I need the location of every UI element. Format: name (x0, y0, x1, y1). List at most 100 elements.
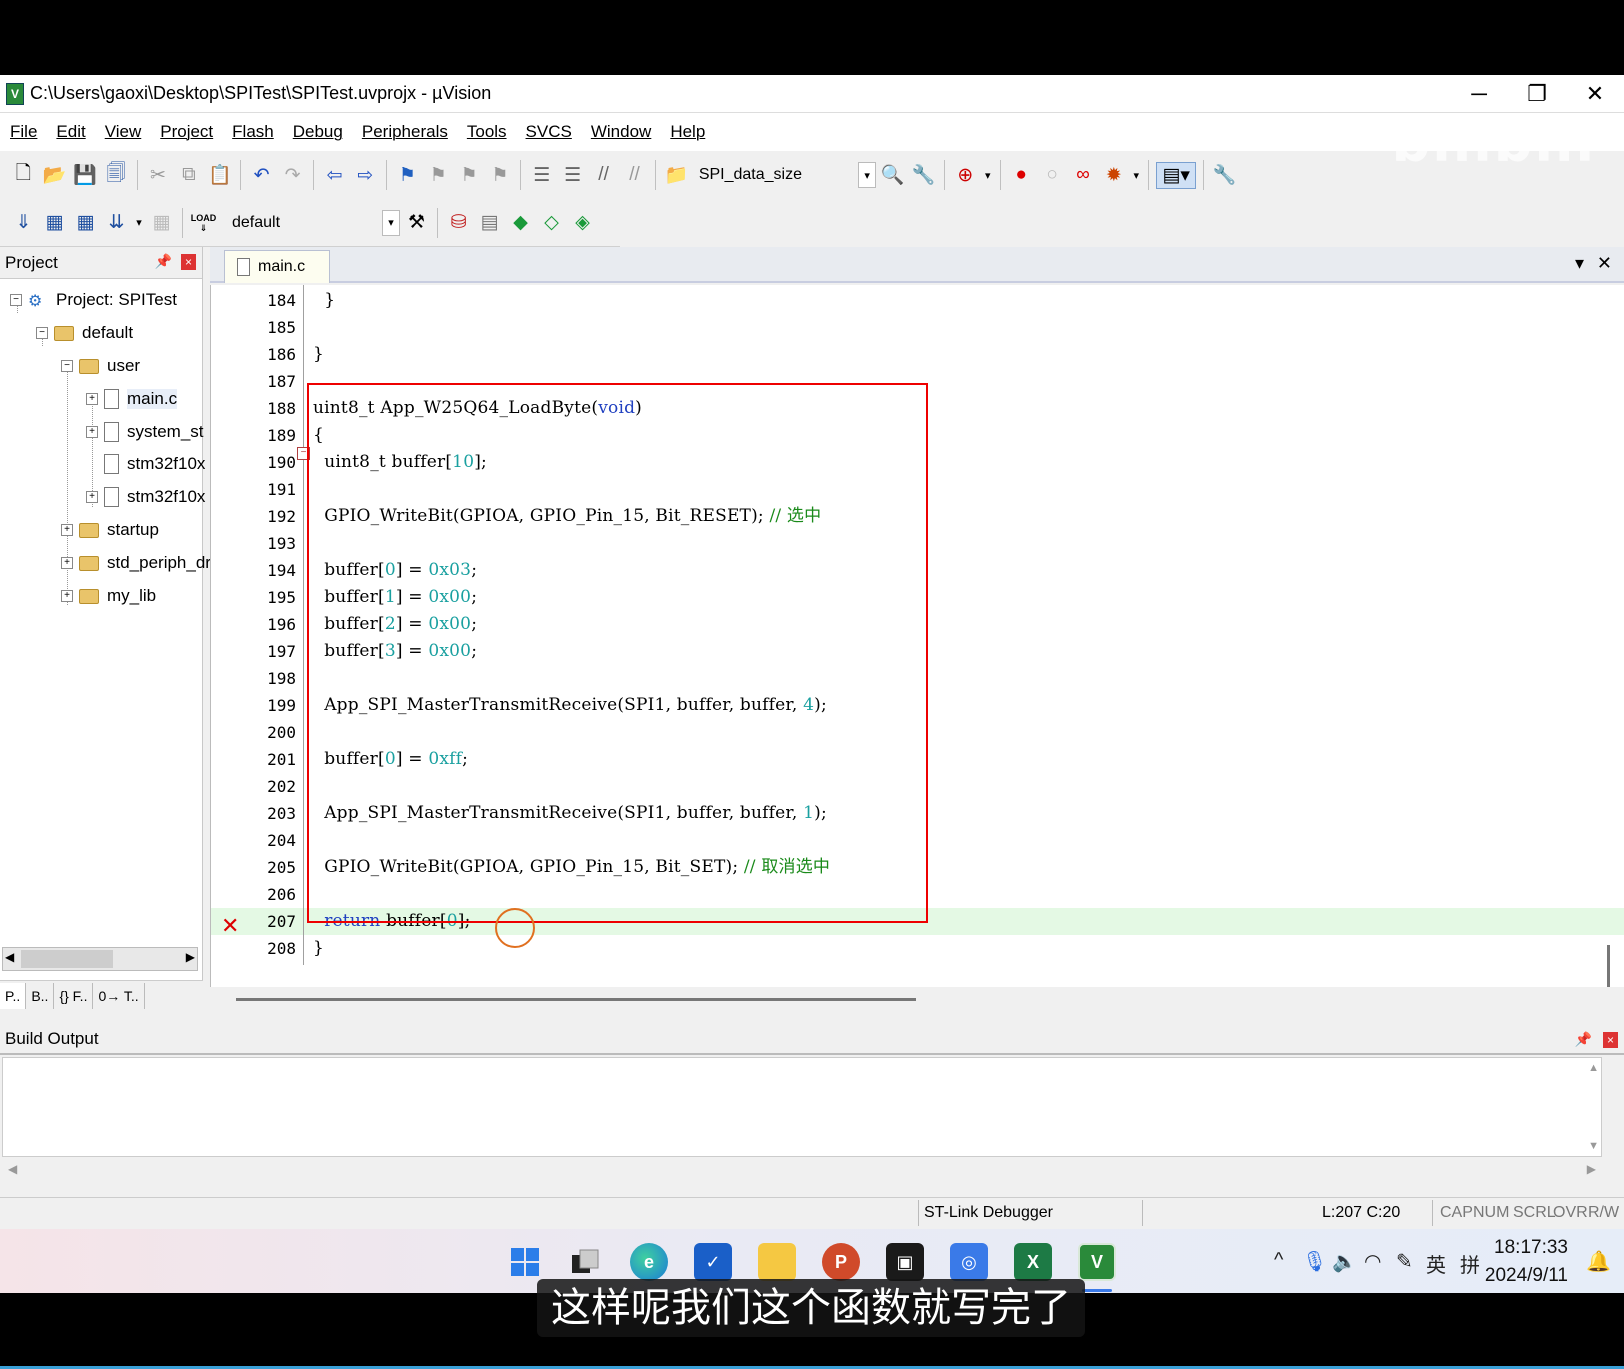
meeting-app-icon[interactable]: ◎ (950, 1243, 988, 1281)
todo-app-icon[interactable]: ✓ (694, 1243, 732, 1281)
undo-icon[interactable]: ↶ (248, 162, 275, 189)
tab-project[interactable]: P.. (0, 982, 27, 1009)
collapse-icon[interactable]: − (61, 360, 73, 372)
tree-item-file[interactable]: + main.c (86, 384, 178, 414)
collapse-icon[interactable]: − (10, 294, 22, 306)
menu-help[interactable]: Help (670, 122, 705, 142)
copy-icon[interactable]: ⧉ (175, 162, 202, 189)
close-button[interactable]: ✕ (1566, 75, 1624, 113)
tree-item-project[interactable]: − ⚙ Project: SPITest (10, 285, 177, 315)
tree-item-file[interactable]: + stm32f10x (86, 482, 205, 512)
expand-icon[interactable]: + (61, 590, 73, 602)
start-menu-icon[interactable] (506, 1243, 544, 1281)
scrollbar-thumb[interactable] (236, 998, 916, 1001)
expand-icon[interactable]: + (86, 491, 98, 503)
file-explorer-icon[interactable] (758, 1243, 796, 1281)
stop-build-icon[interactable]: ▦ (148, 209, 175, 236)
chevron-down-icon[interactable]: ▾ (382, 209, 400, 236)
expand-icon[interactable]: + (61, 557, 73, 569)
menu-tools[interactable]: Tools (467, 122, 507, 142)
find-icon[interactable]: 🔍 (879, 162, 906, 189)
dropdown-arrow-icon[interactable]: ▾ (983, 162, 993, 189)
system-clock[interactable]: 18:17:33 2024/9/11 (1485, 1234, 1568, 1290)
edge-browser-icon[interactable]: e (630, 1243, 668, 1281)
close-icon[interactable]: × (181, 254, 196, 270)
tab-templates[interactable]: 0→ T.. (93, 982, 145, 1009)
find-combo[interactable]: SPI_data_size ▾ (692, 161, 877, 189)
batch-build-icon[interactable]: ⇊ (103, 209, 130, 236)
save-icon[interactable]: 💾 (72, 162, 99, 189)
tab-main-c[interactable]: main.c (224, 250, 330, 283)
window-layout-icon[interactable]: ▤▾ (1156, 161, 1197, 189)
redo-icon[interactable]: ↷ (279, 162, 306, 189)
tree-item-file[interactable]: stm32f10x (104, 449, 205, 479)
indent-icon[interactable]: ☰ (528, 162, 555, 189)
build-output-horizontal-scrollbar[interactable]: ◀ ▶ (2, 1159, 1602, 1181)
pack-installer-icon[interactable]: ◆ (507, 209, 534, 236)
manage-components-icon[interactable]: ⛁ (445, 209, 472, 236)
unindent-icon[interactable]: ☰ (559, 162, 586, 189)
menu-debug[interactable]: Debug (293, 122, 343, 142)
translate-icon[interactable]: ⇓ (10, 209, 37, 236)
wifi-icon[interactable]: ◠ (1364, 1249, 1381, 1274)
volume-icon[interactable]: 🔈 (1332, 1249, 1357, 1274)
next-bookmark-icon[interactable]: ⚑ (456, 162, 483, 189)
show-hidden-icons-icon[interactable]: ^ (1274, 1249, 1283, 1272)
incremental-find-icon[interactable]: 🔧 (910, 162, 937, 189)
download-icon[interactable]: LOAD ⇓ (190, 209, 217, 236)
code-line[interactable]: 186} (211, 341, 1624, 368)
kill-breakpoints-icon[interactable]: ✹ (1100, 162, 1127, 189)
bookmark-icon[interactable]: ⚑ (394, 162, 421, 189)
uncomment-icon[interactable]: // (621, 162, 648, 189)
nav-back-icon[interactable]: ⇦ (321, 162, 348, 189)
dropdown-arrow-icon[interactable]: ▾ (1131, 162, 1141, 189)
editor-horizontal-scrollbar[interactable] (210, 987, 1624, 1011)
tree-item-target[interactable]: − default (36, 318, 133, 348)
tree-item-file[interactable]: + system_st (86, 417, 204, 447)
task-view-icon[interactable] (566, 1243, 604, 1281)
pin-icon[interactable]: 📌 (155, 253, 172, 270)
open-file-icon[interactable]: 📂 (41, 162, 68, 189)
microphone-icon[interactable]: 🎙 (1302, 1249, 1327, 1274)
uvision-taskbar-icon[interactable]: V (1078, 1243, 1116, 1281)
select-packs-icon[interactable]: ◇ (538, 209, 565, 236)
target-options-icon[interactable]: ⚒ (403, 209, 430, 236)
menu-edit[interactable]: Edit (56, 122, 85, 142)
clear-bookmarks-icon[interactable]: ⚑ (486, 162, 513, 189)
file-extensions-icon[interactable]: ▤ (476, 209, 503, 236)
breakpoint-icon[interactable]: ● (1008, 162, 1035, 189)
ime-mode[interactable]: 拼 (1460, 1249, 1480, 1278)
tree-item-group[interactable]: + my_lib (61, 581, 156, 611)
comment-icon[interactable]: // (590, 162, 617, 189)
scroll-down-icon[interactable]: ▼ (1588, 1140, 1599, 1152)
close-editor-icon[interactable]: ✕ (1597, 253, 1612, 274)
close-icon[interactable]: × (1603, 1032, 1618, 1048)
tab-list-icon[interactable]: ▾ (1575, 253, 1584, 274)
nav-forward-icon[interactable]: ⇨ (352, 162, 379, 189)
expand-icon[interactable]: + (61, 524, 73, 536)
run-time-environment-icon[interactable]: ◈ (569, 209, 596, 236)
editor-vertical-scrollbar[interactable] (1607, 945, 1610, 987)
expand-icon[interactable]: + (86, 393, 98, 405)
pen-icon[interactable]: ✎ (1396, 1249, 1413, 1274)
scroll-right-icon[interactable]: ▶ (186, 950, 195, 964)
chevron-down-icon[interactable]: ▾ (858, 162, 877, 188)
code-line[interactable]: 208} (211, 935, 1624, 962)
debug-session-icon[interactable]: ⊕ (952, 162, 979, 189)
cut-icon[interactable]: ✂ (145, 162, 172, 189)
tree-item-group-user[interactable]: − user (61, 351, 140, 381)
tree-item-group[interactable]: + startup (61, 515, 159, 545)
build-icon[interactable]: ▦ (41, 209, 68, 236)
dropdown-arrow-icon[interactable]: ▾ (134, 209, 144, 236)
minimize-button[interactable]: ─ (1450, 75, 1508, 113)
restore-button[interactable]: ❐ (1508, 75, 1566, 113)
collapse-icon[interactable]: − (36, 327, 48, 339)
notification-bell-icon[interactable]: 🔔 (1586, 1249, 1611, 1274)
scroll-left-icon[interactable]: ◀ (8, 1162, 17, 1176)
paste-icon[interactable]: 📋 (206, 162, 233, 189)
menu-project[interactable]: Project (160, 122, 213, 142)
menu-file[interactable]: File (10, 122, 37, 142)
expand-icon[interactable]: + (86, 426, 98, 438)
powerpoint-icon[interactable]: P (822, 1243, 860, 1281)
code-line[interactable]: 184 } (211, 287, 1624, 314)
